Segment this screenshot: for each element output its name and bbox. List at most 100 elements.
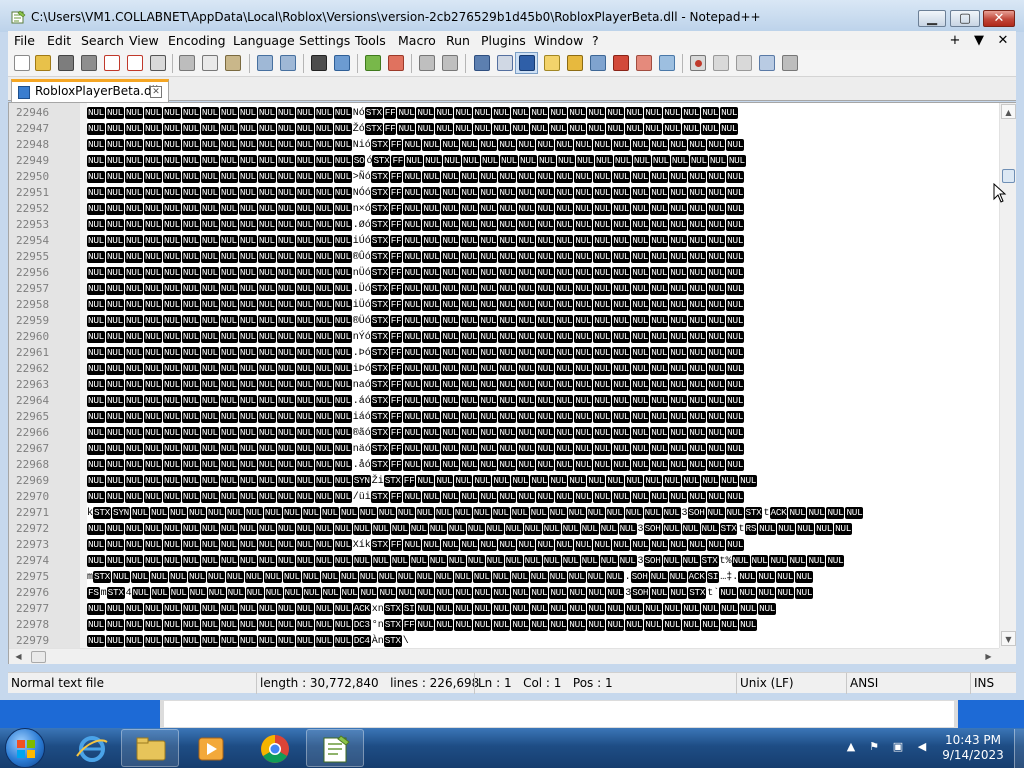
sync-horizontal-icon[interactable] (442, 55, 458, 71)
close-all-icon[interactable] (127, 55, 143, 71)
save-icon[interactable] (58, 55, 74, 71)
editor-line[interactable]: 22979 NUL NUL NUL NUL NUL NUL NUL NUL NUL NUL NUL NU… (9, 633, 999, 649)
menu-language[interactable]: Language (233, 31, 295, 50)
taskbar-media-player[interactable] (181, 729, 239, 767)
menu-view[interactable]: View (129, 31, 159, 50)
minimize-button[interactable]: ▁ (918, 10, 946, 27)
new-file-icon[interactable] (14, 55, 30, 71)
menu-encoding[interactable]: Encoding (168, 31, 226, 50)
copy-icon[interactable] (202, 55, 218, 71)
cut-icon[interactable] (179, 55, 195, 71)
editor-line[interactable]: 22956 NUL NUL NUL NUL NUL NUL NUL NUL NUL NUL NUL NU… (9, 265, 999, 281)
close-file-icon[interactable] (104, 55, 120, 71)
macro-record-icon[interactable] (690, 55, 706, 71)
editor-line[interactable]: 22951 NUL NUL NUL NUL NUL NUL NUL NUL NUL NUL NUL NU… (9, 185, 999, 201)
macro-play-icon[interactable] (736, 55, 752, 71)
editor-line[interactable]: 22961 NUL NUL NUL NUL NUL NUL NUL NUL NUL NUL NUL NU… (9, 345, 999, 361)
taskbar-clock[interactable]: 10:43 PM 9/14/2023 (940, 733, 1006, 763)
status-eol[interactable]: Unix (LF) (736, 673, 846, 694)
menu-search[interactable]: Search (81, 31, 124, 50)
editor-line[interactable]: 22962 NUL NUL NUL NUL NUL NUL NUL NUL NUL NUL NUL NU… (9, 361, 999, 377)
editor-line[interactable]: 22963 NUL NUL NUL NUL NUL NUL NUL NUL NUL NUL NUL NU… (9, 377, 999, 393)
maximize-button[interactable]: ▢ (950, 10, 980, 27)
editor-line[interactable]: 22971 kSTX SYN NUL NUL NUL NUL NUL NUL NUL NUL NUL N… (9, 505, 999, 521)
zoom-in-icon[interactable] (365, 55, 381, 71)
document-map-icon[interactable] (567, 55, 583, 71)
scroll-up-icon[interactable]: ▲ (1001, 104, 1016, 119)
editor-line[interactable]: 22978 NUL NUL NUL NUL NUL NUL NUL NUL NUL NUL NUL NU… (9, 617, 999, 633)
status-encoding[interactable]: ANSI (846, 673, 970, 694)
editor-line[interactable]: 22953 NUL NUL NUL NUL NUL NUL NUL NUL NUL NUL NUL NU… (9, 217, 999, 233)
editor-line[interactable]: 22949 NUL NUL NUL NUL NUL NUL NUL NUL NUL NUL NUL NU… (9, 153, 999, 169)
horizontal-scroll-thumb[interactable] (31, 651, 46, 663)
show-hidden-icons-icon[interactable]: ▲ (845, 741, 857, 753)
editor-line[interactable]: 22964 NUL NUL NUL NUL NUL NUL NUL NUL NUL NUL NUL NU… (9, 393, 999, 409)
sync-vertical-icon[interactable] (419, 55, 435, 71)
menu-edit[interactable]: Edit (47, 31, 71, 50)
menu-file[interactable]: File (14, 31, 35, 50)
editor-pane[interactable]: 22946 NUL NUL NUL NUL NUL NUL NUL NUL NUL NUL NUL NU… (8, 102, 1016, 664)
user-language-icon[interactable] (544, 55, 560, 71)
tab-close-icon[interactable]: ✕ (150, 86, 162, 98)
macro-save-icon[interactable] (782, 55, 798, 71)
show-desktop-button[interactable] (1014, 729, 1024, 768)
editor-line[interactable]: 22960 NUL NUL NUL NUL NUL NUL NUL NUL NUL NUL NUL NU… (9, 329, 999, 345)
close-tab-button[interactable]: ✕ (994, 32, 1012, 49)
editor-line[interactable]: 22974 NUL NUL NUL NUL NUL NUL NUL NUL NUL NUL NUL NU… (9, 553, 999, 569)
tab-list-button[interactable]: ▼ (970, 32, 988, 49)
editor-line[interactable]: 22965 NUL NUL NUL NUL NUL NUL NUL NUL NUL NUL NUL NU… (9, 409, 999, 425)
horizontal-scrollbar[interactable]: ◀ ▶ (9, 648, 999, 664)
show-all-characters-icon[interactable] (497, 55, 513, 71)
menu-macro[interactable]: Macro (398, 31, 436, 50)
vertical-scroll-thumb[interactable] (1002, 169, 1015, 183)
word-wrap-icon[interactable] (474, 55, 490, 71)
editor-line[interactable]: 22966 NUL NUL NUL NUL NUL NUL NUL NUL NUL NUL NUL NU… (9, 425, 999, 441)
editor-line[interactable]: 22955 NUL NUL NUL NUL NUL NUL NUL NUL NUL NUL NUL NU… (9, 249, 999, 265)
taskbar-notepad-plus-plus[interactable] (306, 729, 364, 767)
menu-run[interactable]: Run (446, 31, 470, 50)
function-list-icon[interactable] (590, 55, 606, 71)
editor-line[interactable]: 22969 NUL NUL NUL NUL NUL NUL NUL NUL NUL NUL NUL NU… (9, 473, 999, 489)
close-button[interactable]: ✕ (983, 10, 1015, 27)
volume-muted-icon[interactable]: ◀ (916, 741, 928, 753)
print-icon[interactable] (150, 55, 166, 71)
replace-icon[interactable] (334, 55, 350, 71)
editor-line[interactable]: 22975 mSTX NUL NUL NUL NUL NUL NUL NUL NUL NUL NUL N… (9, 569, 999, 585)
editor-line[interactable]: 22950 NUL NUL NUL NUL NUL NUL NUL NUL NUL NUL NUL NU… (9, 169, 999, 185)
open-file-icon[interactable] (35, 55, 51, 71)
editor-line[interactable]: 22959 NUL NUL NUL NUL NUL NUL NUL NUL NUL NUL NUL NU… (9, 313, 999, 329)
editor-line[interactable]: 22958 NUL NUL NUL NUL NUL NUL NUL NUL NUL NUL NUL NU… (9, 297, 999, 313)
view-icon[interactable] (659, 55, 675, 71)
find-icon[interactable] (311, 55, 327, 71)
editor-line[interactable]: 22973 NUL NUL NUL NUL NUL NUL NUL NUL NUL NUL NUL NU… (9, 537, 999, 553)
scroll-right-icon[interactable]: ▶ (981, 650, 996, 664)
menu-plugins[interactable]: Plugins (481, 31, 526, 50)
taskbar-file-explorer[interactable] (121, 729, 179, 767)
redo-icon[interactable] (280, 55, 296, 71)
macro-stop-icon[interactable] (713, 55, 729, 71)
taskbar-chrome[interactable] (245, 729, 303, 767)
editor-line[interactable]: 22957 NUL NUL NUL NUL NUL NUL NUL NUL NUL NUL NUL NU… (9, 281, 999, 297)
title-bar[interactable]: C:\Users\VM1.COLLABNET\AppData\Local\Rob… (0, 0, 1024, 32)
scroll-left-icon[interactable]: ◀ (11, 650, 26, 664)
paste-icon[interactable] (225, 55, 241, 71)
editor-line[interactable]: 22947 NUL NUL NUL NUL NUL NUL NUL NUL NUL NUL NUL NU… (9, 121, 999, 137)
menu-window[interactable]: Window (534, 31, 583, 50)
editor-line[interactable]: 22967 NUL NUL NUL NUL NUL NUL NUL NUL NUL NUL NUL NU… (9, 441, 999, 457)
menu-settings[interactable]: Settings (299, 31, 350, 50)
zoom-out-icon[interactable] (388, 55, 404, 71)
editor-line[interactable]: 22946 NUL NUL NUL NUL NUL NUL NUL NUL NUL NUL NUL NU… (9, 105, 999, 121)
editor-line[interactable]: 22948 NUL NUL NUL NUL NUL NUL NUL NUL NUL NUL NUL NU… (9, 137, 999, 153)
network-icon[interactable]: ▣ (892, 741, 904, 753)
editor-line[interactable]: 22976 FS mSTX 4NUL NUL NUL NUL NUL NUL NUL NUL NUL N… (9, 585, 999, 601)
editor-line[interactable]: 22970 NUL NUL NUL NUL NUL NUL NUL NUL NUL NUL NUL NU… (9, 489, 999, 505)
editor-line[interactable]: 22954 NUL NUL NUL NUL NUL NUL NUL NUL NUL NUL NUL NU… (9, 233, 999, 249)
taskbar-internet-explorer[interactable] (62, 729, 120, 767)
new-tab-button[interactable]: + (946, 32, 964, 49)
status-insert-mode[interactable]: INS (970, 673, 1016, 694)
editor-line[interactable]: 22968 NUL NUL NUL NUL NUL NUL NUL NUL NUL NUL NUL NU… (9, 457, 999, 473)
scroll-down-icon[interactable]: ▼ (1001, 631, 1016, 646)
monitoring-icon[interactable] (636, 55, 652, 71)
tab-robloxplayerbeta[interactable]: RobloxPlayerBeta.dll ✕ (11, 79, 169, 102)
action-center-flag-icon[interactable]: ⚑ (868, 741, 880, 753)
